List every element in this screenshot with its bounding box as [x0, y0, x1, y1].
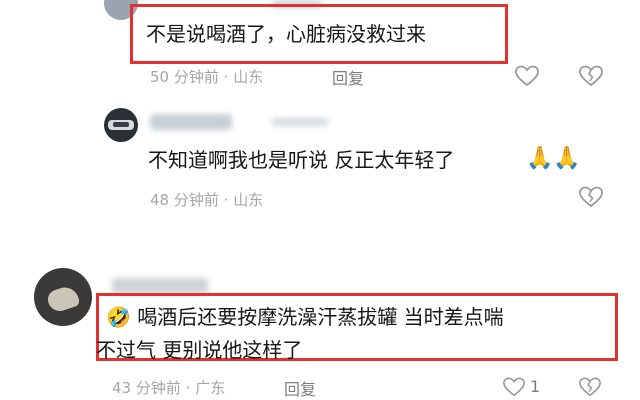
avatar-car-window	[113, 122, 129, 127]
reply-button[interactable]: 回复	[284, 376, 316, 400]
comment-text: 不知道啊我也是听说 反正太年轻了	[148, 147, 454, 173]
comment-text-body: 不知道啊我也是听说 反正太年轻了	[148, 148, 455, 172]
meta-separator: ·	[185, 379, 191, 397]
comment-time: 50 分钟前	[150, 68, 219, 86]
comment-meta: 50 分钟前 · 山东	[150, 66, 263, 87]
comment-text-line2: 不过气 更别说他这样了	[96, 338, 303, 362]
avatar-hand-shape	[45, 283, 81, 315]
meta-separator: ·	[223, 191, 229, 209]
like-heart-icon[interactable]	[514, 64, 540, 88]
laugh-emoji: 🤣	[106, 305, 131, 329]
username-blurred	[112, 278, 208, 294]
username-blurred	[272, 118, 328, 126]
avatar[interactable]	[34, 268, 92, 326]
comment-location: 山东	[233, 191, 264, 209]
comment-meta: 48 分钟前 · 山东	[150, 189, 263, 210]
dislike-broken-heart-icon[interactable]	[578, 185, 604, 209]
pray-emoji: 🙏🙏	[526, 146, 581, 171]
dislike-broken-heart-icon[interactable]	[578, 376, 602, 398]
like-heart-icon[interactable]	[502, 376, 526, 398]
reply-button[interactable]: 回复	[332, 65, 364, 89]
comment-location: 广东	[195, 379, 226, 397]
comment-text: 🤣 喝酒后还要按摩洗澡汗蒸拔罐 当时差点喘	[106, 304, 504, 330]
comment-time: 48 分钟前	[150, 191, 219, 209]
comment-meta: 43 分钟前 · 广东	[112, 377, 225, 398]
comment-time: 43 分钟前	[112, 379, 181, 397]
avatar[interactable]	[104, 108, 138, 142]
username-blurred	[150, 114, 232, 130]
like-count: 1	[530, 377, 541, 396]
dislike-broken-heart-icon[interactable]	[578, 64, 604, 88]
meta-separator: ·	[223, 68, 229, 86]
comment-text-line1: 喝酒后还要按摩洗澡汗蒸拔罐 当时差点喘	[137, 305, 504, 329]
comment-location: 山东	[233, 68, 264, 86]
comment-text: 不是说喝酒了，心脏病没救过来	[146, 22, 426, 46]
